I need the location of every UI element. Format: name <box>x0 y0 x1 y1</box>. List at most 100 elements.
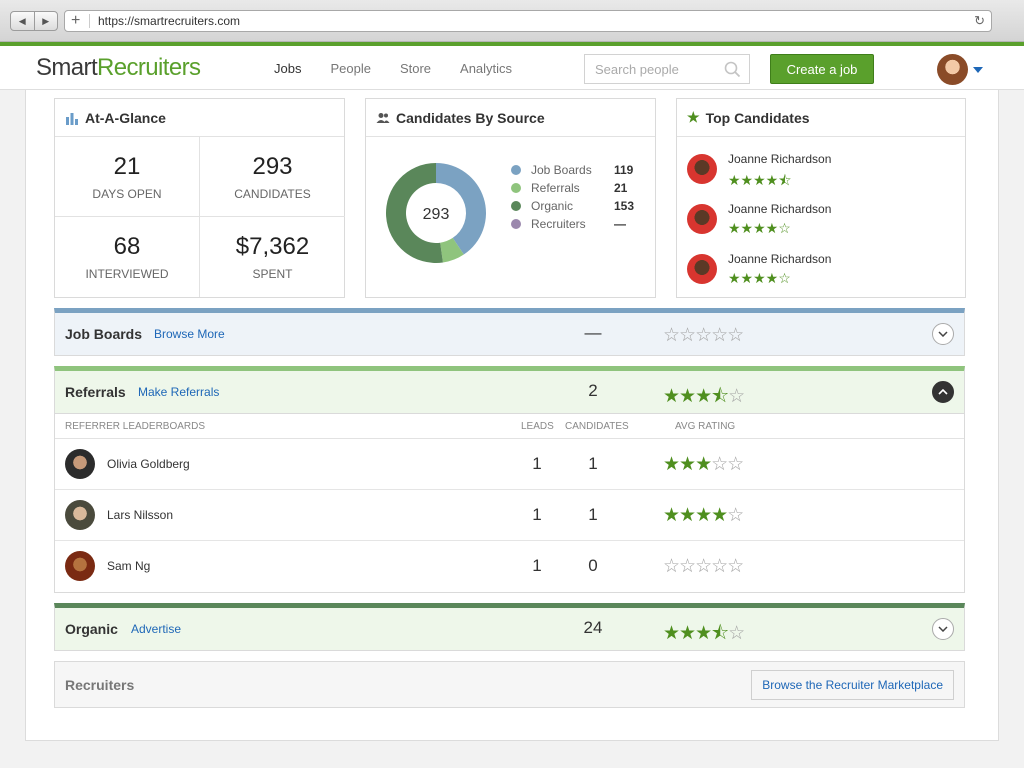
leaderboard-row[interactable]: Olivia Goldberg 1 1 ★★★☆☆ <box>55 439 964 490</box>
legend-label: Job Boards <box>531 163 592 177</box>
browse-marketplace-button[interactable]: Browse the Recruiter Marketplace <box>751 670 954 700</box>
stat-candidates: 293 CANDIDATES <box>200 137 345 217</box>
logo[interactable]: SmartRecruiters <box>36 54 201 82</box>
user-menu-caret-icon[interactable] <box>973 67 983 73</box>
recruiters-section: Recruiters Browse the Recruiter Marketpl… <box>54 661 965 708</box>
candidate-rating: ★★★★☆ <box>728 270 791 286</box>
app-header: SmartRecruiters Jobs People Store Analyt… <box>0 42 1024 90</box>
candidate-name[interactable]: Joanne Richardson <box>728 152 831 166</box>
star-icon: ★ <box>687 109 700 125</box>
candidate-rating: ★★★★☆ <box>728 220 791 236</box>
referrer-leads: 1 <box>532 556 542 575</box>
col-referrer: REFERRER LEADERBOARDS <box>65 421 206 432</box>
referrer-name[interactable]: Olivia Goldberg <box>107 457 190 471</box>
section-title: Recruiters <box>65 677 135 693</box>
stat-label: INTERVIEWED <box>85 267 169 281</box>
section-rating: ☆☆☆☆☆ <box>663 325 744 346</box>
legend-value: 21 <box>614 181 628 195</box>
expand-chevron-icon[interactable] <box>932 323 954 345</box>
section-title: Job Boards <box>65 326 143 342</box>
nav-store[interactable]: Store <box>400 61 431 76</box>
col-leads: LEADS <box>521 421 554 432</box>
top-candidates-header: ★ Top Candidates <box>677 99 965 137</box>
stat-value: 21 <box>113 153 141 180</box>
leaderboard-row[interactable]: Lars Nilsson 1 1 ★★★★☆ <box>55 490 964 541</box>
nav-jobs[interactable]: Jobs <box>274 61 301 76</box>
legend-recruiters: Recruiters — <box>511 215 634 233</box>
top-candidate-item[interactable]: Joanne Richardson ★★★★⯪ <box>687 152 831 202</box>
candidate-name[interactable]: Joanne Richardson <box>728 252 831 266</box>
reload-icon[interactable]: ↻ <box>974 13 985 29</box>
donut-total: 293 <box>423 206 450 223</box>
top-candidates-title: Top Candidates <box>705 109 810 126</box>
top-candidate-item[interactable]: Joanne Richardson ★★★★☆ <box>687 252 831 302</box>
stat-label: DAYS OPEN <box>92 187 162 201</box>
at-a-glance-header: At-A-Glance <box>55 99 344 137</box>
back-icon[interactable]: ◀ <box>11 12 35 30</box>
logo-recruiters: Recruiters <box>97 54 201 81</box>
referrer-name[interactable]: Lars Nilsson <box>107 508 173 522</box>
referrer-avatar <box>65 449 95 479</box>
at-a-glance-card: At-A-Glance 21 DAYS OPEN 293 CANDIDATES … <box>54 98 345 298</box>
make-referrals-link[interactable]: Make Referrals <box>138 385 219 399</box>
expand-chevron-icon[interactable] <box>932 618 954 640</box>
stat-label: SPENT <box>252 267 293 281</box>
section-count: 2 <box>588 381 598 400</box>
referrer-name[interactable]: Sam Ng <box>107 559 150 573</box>
create-job-button[interactable]: Create a job <box>770 54 874 84</box>
forward-icon[interactable]: ▶ <box>35 12 58 30</box>
history-buttons: ◀ ▶ <box>10 11 58 31</box>
leaderboard-row[interactable]: Sam Ng 1 0 ☆☆☆☆☆ <box>55 541 964 592</box>
job-boards-header[interactable]: Job Boards Browse More — ☆☆☆☆☆ <box>55 313 964 355</box>
legend-value: 153 <box>614 199 635 213</box>
nav-analytics[interactable]: Analytics <box>460 61 512 76</box>
legend-label: Referrals <box>531 181 580 195</box>
referrals-header[interactable]: Referrals Make Referrals 2 ★★★⯪☆ <box>55 371 964 413</box>
section-count: 24 <box>583 618 603 637</box>
referrer-leads: 1 <box>532 454 542 473</box>
url-text[interactable]: https://smartrecruiters.com <box>98 14 240 28</box>
bar-chart-icon <box>65 111 79 125</box>
job-boards-section: Job Boards Browse More — ☆☆☆☆☆ <box>54 308 965 356</box>
legend-value: — <box>614 217 626 231</box>
candidate-name[interactable]: Joanne Richardson <box>728 202 831 216</box>
advertise-link[interactable]: Advertise <box>131 622 181 636</box>
logo-smart: Smart <box>36 54 98 81</box>
top-candidates-card: ★ Top Candidates Joanne Richardson ★★★★⯪… <box>676 98 966 298</box>
top-candidate-item[interactable]: Joanne Richardson ★★★★☆ <box>687 202 831 252</box>
candidates-by-source-card: Candidates By Source 293 Job Boards 119 … <box>365 98 656 298</box>
candidate-rating: ★★★★⯪ <box>728 172 792 188</box>
search-input[interactable]: Search people <box>584 54 750 84</box>
referrer-leads: 1 <box>532 505 542 524</box>
nav-people[interactable]: People <box>330 61 370 76</box>
legend-organic: Organic 153 <box>511 197 634 215</box>
col-avg-rating: AVG RATING <box>675 421 736 432</box>
collapse-chevron-icon[interactable] <box>932 381 954 403</box>
user-avatar[interactable] <box>937 54 968 85</box>
legend-label: Organic <box>531 199 574 213</box>
section-title: Referrals <box>65 384 126 400</box>
add-tab-icon[interactable]: + <box>71 12 80 30</box>
people-icon <box>376 112 390 124</box>
referrer-avatar <box>65 551 95 581</box>
candidate-avatar <box>687 204 717 234</box>
col-candidates: CANDIDATES <box>565 421 629 432</box>
address-divider <box>89 14 90 28</box>
legend-referrals: Referrals 21 <box>511 179 634 197</box>
stat-spent: $7,362 SPENT <box>200 217 345 297</box>
referrals-section: Referrals Make Referrals 2 ★★★⯪☆ REFERRE… <box>54 366 965 593</box>
stat-value: $7,362 <box>235 233 310 260</box>
organic-header[interactable]: Organic Advertise 24 ★★★⯪☆ <box>55 608 964 650</box>
candidate-avatar <box>687 254 717 284</box>
referrer-avatar <box>65 500 95 530</box>
search-icon[interactable] <box>724 61 741 78</box>
browser-toolbar: ◀ ▶ + https://smartrecruiters.com ↻ <box>0 0 1024 42</box>
stat-interviewed: 68 INTERVIEWED <box>55 217 200 297</box>
legend-dot <box>511 201 521 211</box>
referrer-rating: ☆☆☆☆☆ <box>663 556 744 577</box>
address-bar[interactable]: + https://smartrecruiters.com ↻ <box>64 10 992 32</box>
organic-section: Organic Advertise 24 ★★★⯪☆ <box>54 603 965 651</box>
source-donut-chart: 293 <box>386 163 486 263</box>
browse-more-link[interactable]: Browse More <box>154 327 225 341</box>
stat-label: CANDIDATES <box>234 187 311 201</box>
